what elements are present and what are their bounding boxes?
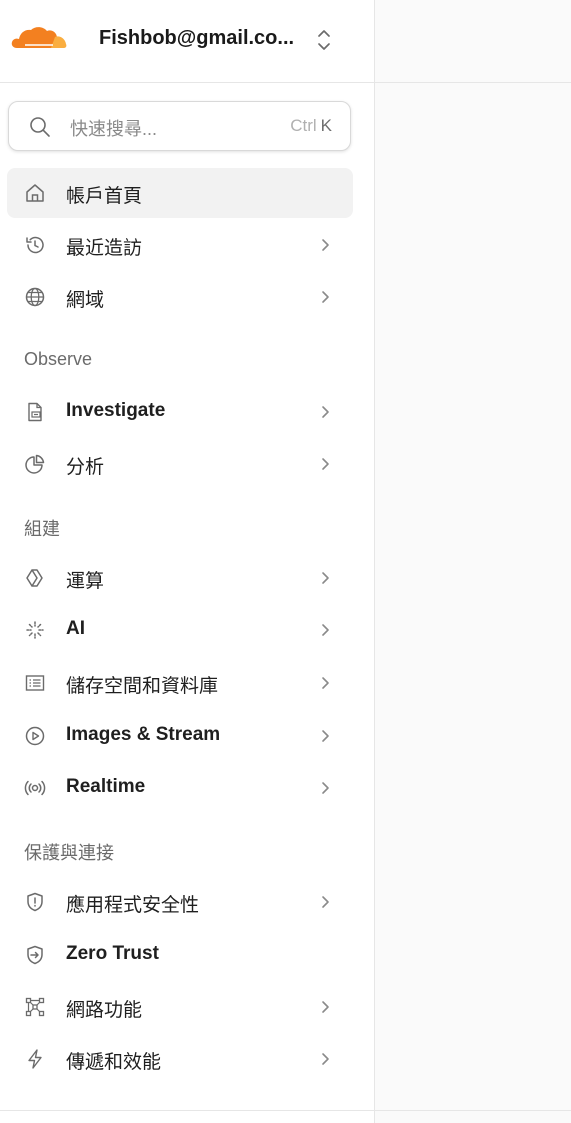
section-title-build: 組建 [24,519,60,539]
nav-label: 運算 [66,571,105,592]
nav-item-images-stream[interactable]: Images & Stream [7,711,353,761]
nav-item-realtime[interactable]: Realtime [7,763,353,813]
nav-item-networking[interactable]: 網路功能 [7,982,353,1032]
nav-label: Realtime [66,776,146,797]
chevron-right-icon [322,239,329,251]
home-icon [26,184,44,202]
compute-icon [26,569,43,587]
lightning-icon [28,1049,42,1069]
nav-item-storage-databases[interactable]: 儲存空間和資料庫 [7,658,353,708]
nav-item-ai[interactable]: AI [7,605,353,655]
network-icon [25,997,45,1017]
nav-label: 最近造訪 [66,238,143,259]
play-circle-icon [25,726,45,746]
section-title-protect-connect: 保護與連接 [24,843,114,863]
storage-icon [25,675,45,691]
cloudflare-logo-icon [11,27,67,48]
chevron-right-icon [322,782,329,794]
chevron-right-icon [322,1053,329,1065]
shortcut-key: K [320,116,332,135]
chevron-right-icon [322,406,329,418]
chevron-right-icon [322,291,329,303]
zero-trust-icon [27,945,43,965]
nav-label: Investigate [66,400,166,421]
chevron-right-icon [322,572,329,584]
nav-label: Zero Trust [66,943,159,964]
chevron-right-icon [322,896,329,908]
investigate-icon [28,402,42,422]
chevron-right-icon [322,458,329,470]
nav-item-application-security[interactable]: 應用程式安全性 [7,877,353,927]
nav-item-investigate[interactable]: Investigate [7,387,353,437]
nav-item-compute[interactable]: 運算 [7,553,353,603]
section-title-observe: Observe [24,349,93,369]
globe-icon [25,287,45,307]
broadcast-icon [24,780,46,796]
chevron-up-down-icon [318,30,330,50]
nav-label: 應用程式安全性 [66,895,200,916]
quick-search-input[interactable]: 快速搜尋... Ctrl K [8,101,351,151]
pie-chart-icon [25,454,45,474]
shield-icon [27,892,43,912]
account-email: Fishbob@gmail.co... [99,27,295,49]
chevron-right-icon [322,677,329,689]
chevron-right-icon [322,730,329,742]
account-switcher[interactable]: Fishbob@gmail.co... [0,0,375,83]
nav-label: 帳戶首頁 [66,186,143,207]
chevron-right-icon [322,624,329,636]
nav-label: Images & Stream [66,724,221,745]
nav-label: AI [66,618,85,639]
shortcut-modifier: Ctrl [290,116,317,135]
sparkle-icon [26,621,44,639]
bottom-divider [0,1110,571,1111]
nav-label: 網域 [66,290,105,311]
nav-item-delivery-performance[interactable]: 傳遞和效能 [7,1034,353,1084]
history-icon [26,236,44,254]
chevron-right-icon [322,1001,329,1013]
nav-label: 儲存空間和資料庫 [66,676,219,697]
search-icon [30,117,50,137]
search-shortcut-hint: Ctrl K [290,116,332,136]
nav-item-recent[interactable]: 最近造訪 [7,220,353,270]
nav-item-analytics[interactable]: 分析 [7,439,353,489]
nav-item-domains[interactable]: 網域 [7,272,353,322]
search-placeholder: 快速搜尋... [70,119,158,139]
nav-label: 傳遞和效能 [66,1052,162,1073]
nav-label: 網路功能 [66,1000,143,1021]
sidebar: Fishbob@gmail.co... 快速搜尋... Ctrl K 帳戶首頁 最… [0,0,375,1123]
nav-item-zero-trust[interactable]: Zero Trust [7,930,353,980]
nav-item-account-home[interactable]: 帳戶首頁 [7,168,353,218]
main-content-area [375,0,571,1123]
nav-label: 分析 [66,457,105,478]
main-topbar [375,0,571,83]
